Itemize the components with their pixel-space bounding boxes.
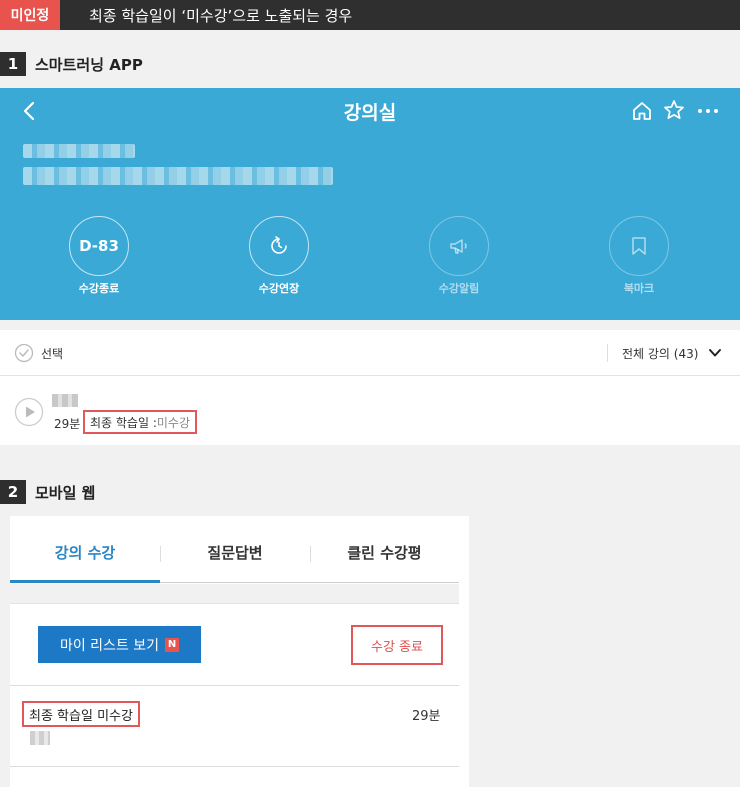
section-2-header: 2 모바일 웹 (0, 480, 95, 504)
bookmark-icon (632, 237, 646, 255)
last-study-highlight: 최종 학습일 : 미수강 (83, 410, 197, 434)
section-title: 스마트러닝 APP (35, 55, 143, 74)
d-day-count: D-83 (79, 237, 119, 255)
last-study-value: 미수강 (156, 415, 190, 430)
course-alert-button[interactable] (429, 216, 489, 276)
home-icon[interactable] (631, 100, 653, 122)
course-end-button[interactable]: D-83 (69, 216, 129, 276)
last-study-label: 최종 학습일 : (90, 415, 157, 430)
course-alert-label: 수강알림 (438, 282, 480, 295)
blurred-course-category (23, 144, 135, 158)
lecture-filter[interactable]: 전체 강의 (43) (622, 345, 698, 362)
lecture-duration: 29분 (412, 709, 441, 724)
star-icon[interactable] (663, 99, 685, 121)
blurred-course-title (23, 167, 333, 185)
more-icon[interactable] (697, 100, 719, 122)
end-course-button[interactable]: 수강 종료 (351, 625, 443, 665)
my-list-label: 마이 리스트 보기 (59, 637, 160, 654)
new-badge: N (165, 637, 180, 652)
section-title: 모바일 웹 (35, 483, 96, 502)
course-end-label: 수강종료 (78, 282, 120, 295)
section-number: 1 (0, 52, 26, 76)
section-1-header: 1 스마트러닝 APP (0, 52, 143, 76)
last-study-highlight: 최종 학습일 미수강 (22, 701, 140, 727)
tab-bar: 강의 수강 질문답변 클린 수강평 (10, 516, 459, 583)
app-nav-bar: 강의실 (0, 88, 740, 134)
lecture-list: 선택 전체 강의 (43) 29분 최종 학습일 : 미수강 (0, 330, 740, 445)
megaphone-icon (450, 239, 467, 254)
mobile-web-panel: 강의 수강 질문답변 클린 수강평 마이 리스트 보기 N 수강 종료 최종 학… (10, 516, 469, 787)
page-title: 강의실 (343, 102, 397, 124)
tab-qna[interactable]: 질문답변 (160, 542, 310, 563)
course-extend-button[interactable] (249, 216, 309, 276)
section-number: 2 (0, 480, 26, 504)
course-extend-label: 수강연장 (258, 282, 300, 295)
bookmark-button[interactable] (609, 216, 669, 276)
list-toolbar: 선택 전체 강의 (43) (0, 330, 740, 376)
divider (607, 344, 608, 362)
tab-review[interactable]: 클린 수강평 (310, 542, 459, 563)
tab-lecture[interactable]: 강의 수강 (10, 542, 160, 563)
my-list-button[interactable]: 마이 리스트 보기 N (38, 626, 201, 663)
select-label[interactable]: 선택 (41, 345, 63, 362)
status-badge: 미인정 (0, 0, 60, 30)
clock-rotate-icon (271, 236, 287, 254)
top-banner: 미인정 최종 학습일이 ‘미수강’으로 노출되는 경우 (0, 0, 740, 30)
banner-title: 최종 학습일이 ‘미수강’으로 노출되는 경우 (89, 6, 353, 25)
lecture-duration: 29분 (54, 417, 81, 431)
bookmark-label: 북마크 (623, 282, 655, 295)
active-tab-indicator (10, 580, 160, 583)
play-icon[interactable] (14, 397, 44, 427)
check-circle-icon[interactable] (14, 343, 34, 363)
spacer-bar (10, 584, 459, 604)
row-divider (10, 685, 459, 686)
blurred-lecture-title (52, 394, 78, 407)
chevron-down-icon[interactable] (708, 346, 722, 360)
row-divider (10, 766, 459, 767)
blurred-lecture-title (30, 731, 50, 745)
